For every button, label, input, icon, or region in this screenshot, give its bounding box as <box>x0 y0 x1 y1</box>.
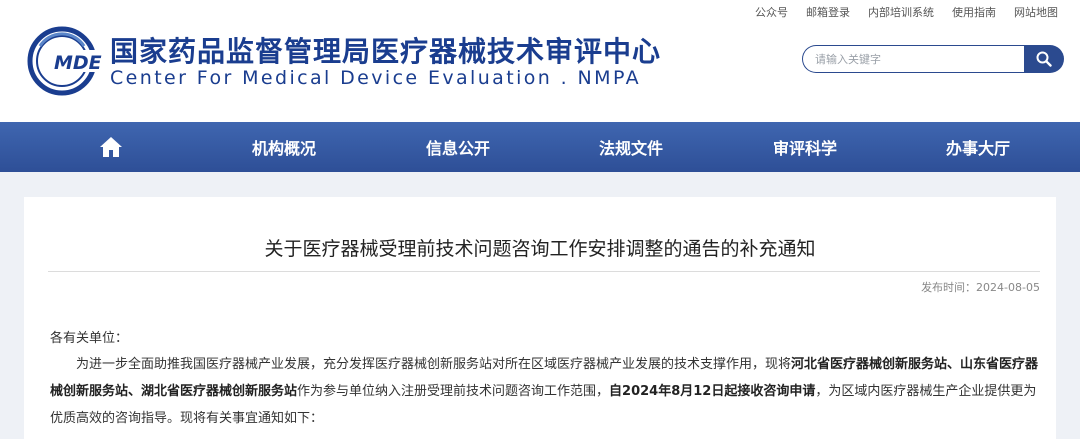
publish-time: 发布时间：2024-08-05 <box>921 281 1040 294</box>
search-button[interactable] <box>1024 45 1064 73</box>
toplink-user-guide[interactable]: 使用指南 <box>952 4 996 20</box>
toplink-wechat[interactable]: 公众号 <box>755 4 788 20</box>
nav-service-hall[interactable]: 办事大厅 <box>924 122 1032 172</box>
site-title-cn: 国家药品监督管理局医疗器械技术审评中心 <box>110 35 662 68</box>
search-icon <box>1036 51 1052 67</box>
toplink-training-system[interactable]: 内部培训系统 <box>868 4 934 20</box>
site-header: 公众号 邮箱登录 内部培训系统 使用指南 网站地图 MDE 国家药品监督管理局医… <box>0 0 1080 122</box>
paragraph-text-2: 作为参与单位纳入注册受理前技术问题咨询工作范围， <box>297 384 610 399</box>
article-salutation: 各有关单位： <box>50 331 129 346</box>
top-links: 公众号 邮箱登录 内部培训系统 使用指南 网站地图 <box>755 4 1058 20</box>
search-box <box>802 45 1064 73</box>
site-title-en: Center For Medical Device Evaluation . N… <box>110 67 641 89</box>
nav-info-disclosure[interactable]: 信息公开 <box>404 122 512 172</box>
paragraph-text-1: 为进一步全面助推我国医疗器械产业发展，充分发挥医疗器械创新服务站对所在区域医疗器… <box>76 357 792 372</box>
toplink-mail-login[interactable]: 邮箱登录 <box>806 4 850 20</box>
article-paragraph: 为进一步全面助推我国医疗器械产业发展，充分发挥医疗器械创新服务站对所在区域医疗器… <box>50 351 1040 432</box>
paragraph-bold-date: 自2024年8月12日起接收咨询申请 <box>609 384 816 399</box>
nav-regulations[interactable]: 法规文件 <box>577 122 685 172</box>
article-card: 关于医疗器械受理前技术问题咨询工作安排调整的通告的补充通知 发布时间：2024-… <box>24 197 1056 439</box>
article-title: 关于医疗器械受理前技术问题咨询工作安排调整的通告的补充通知 <box>264 238 816 260</box>
toplink-sitemap[interactable]: 网站地图 <box>1014 4 1058 20</box>
home-icon <box>100 137 122 157</box>
nav-home[interactable] <box>80 122 142 172</box>
main-nav: 机构概况 信息公开 法规文件 审评科学 办事大厅 <box>0 122 1080 172</box>
title-divider <box>48 271 1040 272</box>
nav-about[interactable]: 机构概况 <box>230 122 338 172</box>
nav-review-science[interactable]: 审评科学 <box>751 122 859 172</box>
mde-logo[interactable]: MDE <box>26 26 104 96</box>
logo-text: MDE <box>54 52 102 74</box>
search-input[interactable] <box>802 45 1024 73</box>
